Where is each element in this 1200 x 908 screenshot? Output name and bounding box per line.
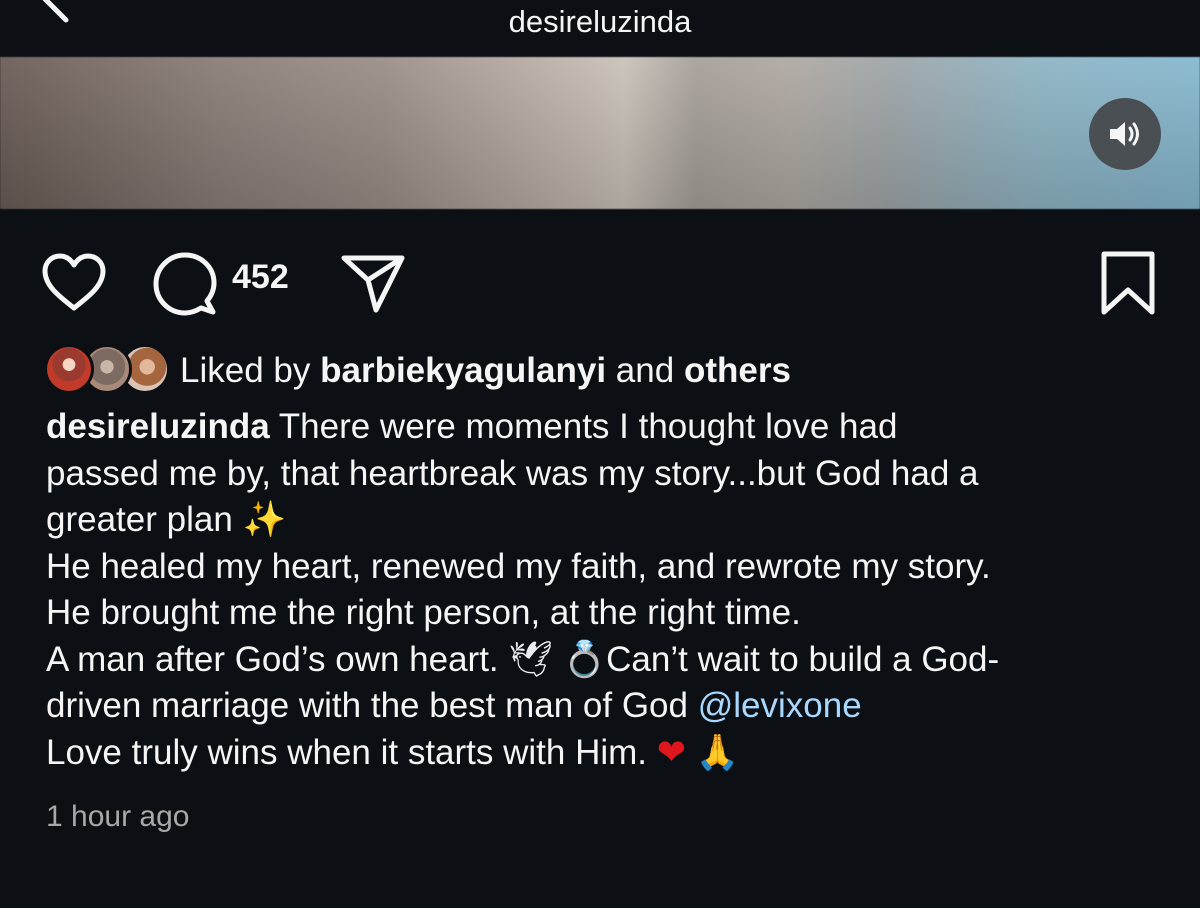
bookmark-icon[interactable] xyxy=(1098,250,1158,318)
heart-emoji: ❤ xyxy=(656,732,687,773)
sound-toggle-button[interactable] xyxy=(1089,98,1161,170)
post-timestamp: 1 hour ago xyxy=(46,800,190,833)
caption-text: driven marriage with the best man of God xyxy=(46,686,698,725)
caption-line: greater plan ✨ xyxy=(46,497,1166,544)
comment-count: 452 xyxy=(232,258,289,296)
comment-bubble-icon[interactable] xyxy=(152,251,218,317)
post-media-video[interactable] xyxy=(0,57,1200,209)
top-bar: desireluzinda xyxy=(0,0,1200,57)
liked-by-others[interactable]: others xyxy=(684,351,791,390)
caption-line: He healed my heart, renewed my faith, an… xyxy=(46,546,991,586)
caption-text: A man after God’s own heart. xyxy=(46,639,509,679)
dove-emoji: 🕊 xyxy=(508,639,553,680)
liked-by-conjunction: and xyxy=(615,351,675,390)
avatar xyxy=(44,344,94,394)
heart-icon[interactable] xyxy=(40,252,108,314)
caption-line: driven marriage with the best man of God… xyxy=(46,683,1166,730)
ring-emoji: 💍 xyxy=(562,639,607,680)
caption-author[interactable]: desireluzinda xyxy=(46,407,270,446)
pray-emoji: 🙏 xyxy=(695,732,740,773)
caption-line: Love truly wins when it starts with Him.… xyxy=(46,730,1166,777)
post-caption: desireluzinda There were moments I thoug… xyxy=(46,404,1166,776)
liked-by-row[interactable]: Liked by barbiekyagulanyi and others xyxy=(44,342,1164,398)
post-actions-bar: 452 xyxy=(0,240,1200,320)
mention-link[interactable]: @levixone xyxy=(698,686,862,725)
caption-line: passed me by, that heartbreak was my sto… xyxy=(46,453,979,493)
liked-by-prefix: Liked by xyxy=(180,351,311,390)
caption-line: A man after God’s own heart. 🕊 💍Can’t wa… xyxy=(46,637,1166,684)
caption-text: greater plan xyxy=(46,500,243,539)
liked-by-text: Liked by barbiekyagulanyi and others xyxy=(180,351,791,391)
caption-line: desireluzinda There were moments I thoug… xyxy=(46,404,1166,451)
caption-text: Can’t wait to build a God- xyxy=(606,639,1000,679)
caption-line: He brought me the right person, at the r… xyxy=(46,593,801,632)
caption-text: There were moments I thought love had xyxy=(269,407,898,446)
paper-plane-icon[interactable] xyxy=(340,252,406,314)
sparkles-emoji: ✨ xyxy=(242,500,287,540)
caption-text: Love truly wins when it starts with Him. xyxy=(46,732,657,772)
header-username[interactable]: desireluzinda xyxy=(0,4,1200,40)
liked-by-user[interactable]: barbiekyagulanyi xyxy=(320,351,606,390)
speaker-icon xyxy=(1110,122,1139,146)
